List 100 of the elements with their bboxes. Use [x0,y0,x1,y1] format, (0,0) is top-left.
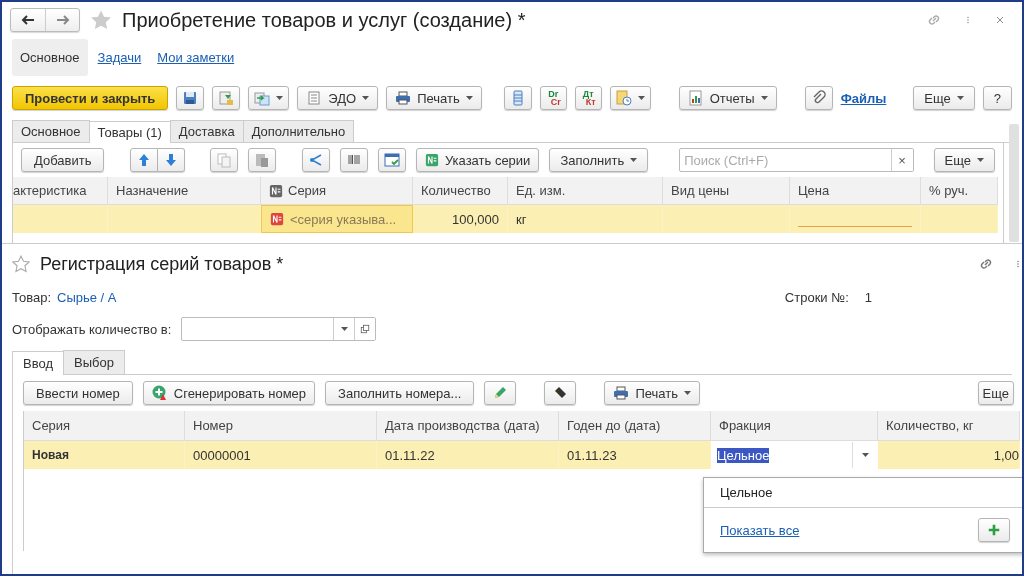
column-header: Количество [413,177,508,205]
column-header: Фракция [711,411,878,441]
help-button[interactable]: ? [982,86,1012,110]
copy-icon [216,152,233,168]
caret-icon [684,391,691,395]
add-button[interactable] [978,518,1010,542]
move-up-button[interactable] [129,148,158,172]
caret-icon [637,96,645,100]
show-all-link[interactable]: Показать все [720,522,800,538]
rows-label: Строки №: [784,289,849,305]
caret-icon [956,96,964,100]
chart-document-icon [687,90,704,106]
document-clock-icon [615,90,632,106]
section-link[interactable]: Основное [12,38,88,76]
unit-field[interactable] [181,317,377,341]
branch-icon [307,152,324,168]
section-link[interactable]: Задачи [91,38,148,76]
tab[interactable]: Дополнительно [242,120,355,142]
share-button[interactable] [301,148,330,172]
paste-icon [254,152,271,168]
documents-arrow-icon [254,90,271,106]
files-link[interactable]: Файлы [840,90,887,106]
move-down-button[interactable] [157,148,185,172]
caret-icon [861,453,869,457]
caret-icon [977,158,984,162]
create-based-on-button[interactable] [248,86,290,110]
window-title: Приобретение товаров и услуг (создание) * [122,8,527,32]
close-icon [994,14,1006,26]
tab[interactable]: Ввод [12,351,64,375]
caret-icon [362,96,370,100]
column-header: Номер [185,411,377,441]
post-button[interactable] [212,86,241,110]
dialog-title: Регистрация серий товаров * [40,253,285,275]
register-button[interactable] [503,86,532,110]
table-cell[interactable] [790,205,921,233]
table-cell: кг [508,205,663,233]
edo-button[interactable]: ЭДО [297,86,379,110]
plus-circle-icon [151,385,168,401]
document-arrow-icon [218,90,235,106]
more-button[interactable]: Еще [977,381,1014,405]
table-cell: 100,000 [413,205,508,233]
scrollbar[interactable] [1009,124,1019,242]
column-header: Годен до (дата) [559,411,711,441]
caret-icon [630,158,638,162]
column-header: Ед. изм. [508,177,663,205]
column-header: Серия [24,411,185,441]
table-cell: 00000001 [185,441,377,469]
column-header: Серия [261,177,413,205]
attach-button[interactable] [804,86,833,110]
tab[interactable]: Товары (1) [88,121,171,143]
product-link[interactable]: Сырье / А [57,289,117,305]
table-cell: 01.11.22 [377,441,559,469]
print-button[interactable]: Печать [386,86,482,110]
post-and-close-button[interactable]: Провести и закрыть [12,86,169,110]
open-window-icon [359,323,372,335]
column-header: Количество, кг [878,411,1020,441]
tab[interactable]: Доставка [169,120,244,142]
tab[interactable]: Основное [12,120,90,142]
table-cell: 01.11.23 [559,441,711,469]
save-button[interactable] [176,86,205,110]
reports-button[interactable]: Отчеты [678,86,777,110]
scanner-button[interactable] [544,381,577,405]
copy-button[interactable] [210,148,239,172]
caret-icon [760,96,768,100]
check-table-button[interactable] [377,148,406,172]
clear-button[interactable]: × [890,149,913,171]
caret-icon [340,327,348,331]
document-lines-icon [306,90,323,106]
barcode-button[interactable] [339,148,368,172]
star-icon [90,9,112,31]
more-button[interactable]: Еще [913,86,975,110]
fill-numbers-button[interactable]: Заполнить номера... [325,381,475,405]
star-icon [12,255,30,273]
rows-count: 1 [864,289,872,305]
edit-button[interactable] [484,381,517,405]
dt-kt-button[interactable]: Дт Кт [574,86,602,110]
column-header: Назначение [108,177,261,205]
dr-cr-button[interactable]: Dr Cr [539,86,567,110]
link-icon [926,12,942,28]
print-button[interactable]: Печать [604,381,700,405]
field-label: Отображать количество в: [12,321,172,337]
product-label: Товар: [12,289,51,305]
add-button[interactable]: Добавить [21,148,105,172]
printer-icon [613,385,630,401]
fill-button[interactable]: Заполнить [549,148,649,172]
paste-button[interactable] [248,148,277,172]
dropdown-option[interactable]: Цельное [704,478,1022,508]
search-field[interactable]: Поиск (Ctrl+F) × [679,148,914,172]
tab[interactable]: Выбор [62,350,125,374]
section-link[interactable]: Мои заметки [151,38,241,76]
set-series-button[interactable]: Указать серии [415,148,540,172]
table-cell: 1,00 [878,441,1020,469]
column-header: актеристика [13,177,108,205]
column-header: Цена [790,177,921,205]
printer-icon [395,90,412,106]
enter-number-button[interactable]: Ввести номер [23,381,133,405]
generate-number-button[interactable]: Сгенерировать номер [142,381,316,405]
document-clock-button[interactable] [609,86,651,110]
column-header: % руч. [921,177,998,205]
more-button[interactable]: Еще [933,148,995,172]
